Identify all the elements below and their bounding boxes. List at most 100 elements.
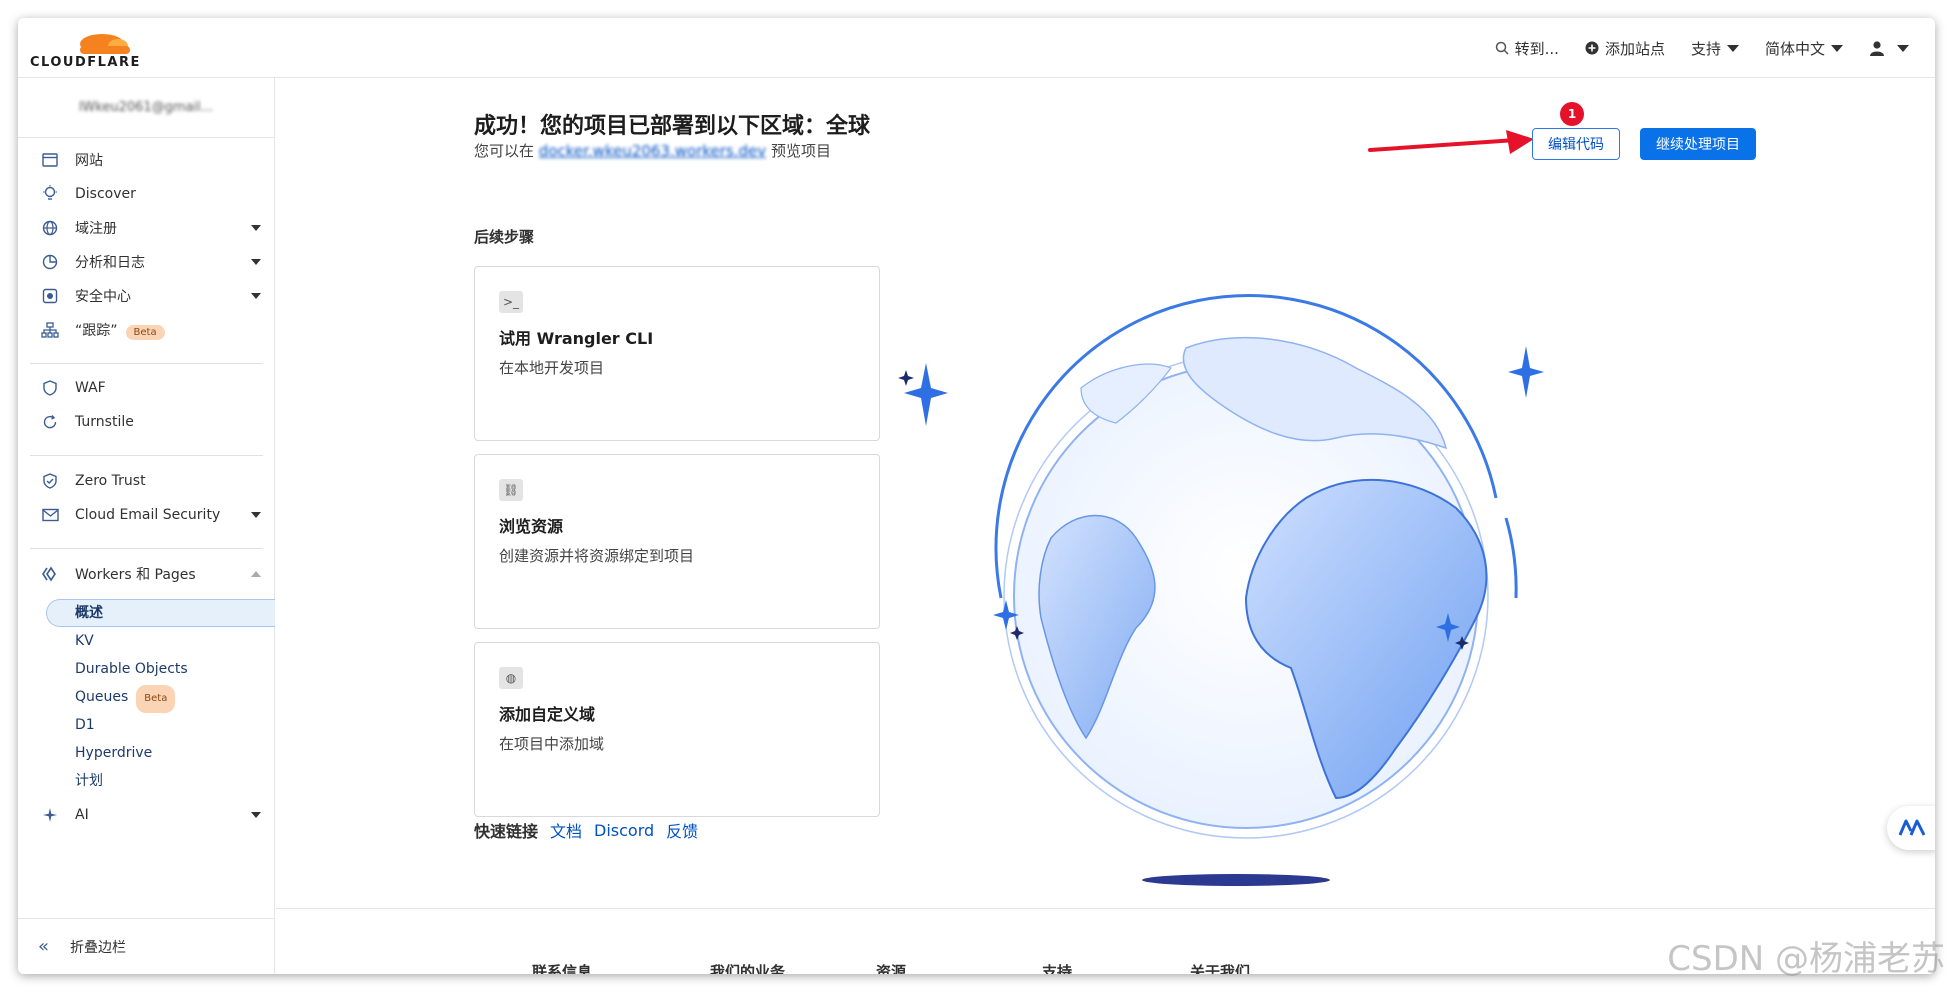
collapse-sidebar-button[interactable]: « 折叠边栏 [18, 918, 275, 974]
chevron-down-icon [1831, 44, 1843, 52]
card-title: 浏览资源 [499, 517, 564, 536]
sidebar-item-label: 域注册 [75, 221, 117, 237]
email-icon [40, 505, 60, 525]
top-actions: 转到... 添加站点 支持 简体中文 [1495, 18, 1909, 78]
footer-our-business[interactable]: 我们的业务 [710, 961, 785, 974]
sidebar-item-label: WAF [75, 380, 106, 396]
sidebar-divider [30, 455, 263, 456]
sidebar-item-label: “跟踪” [75, 323, 118, 339]
terminal-icon: >_ [499, 291, 523, 313]
sidebar-item-websites[interactable]: 网站 [18, 145, 275, 175]
continue-project-button[interactable]: 继续处理项目 [1640, 128, 1756, 160]
chevron-up-icon [251, 571, 261, 577]
language-dropdown[interactable]: 简体中文 [1765, 38, 1843, 59]
step-marker: 1 [1560, 102, 1584, 126]
globe-icon [40, 218, 60, 238]
beta-badge: Beta [125, 325, 165, 340]
add-site-button[interactable]: 添加站点 [1585, 38, 1665, 59]
pie-chart-icon [40, 252, 60, 272]
sidebar-item-turnstile[interactable]: Turnstile [18, 407, 275, 437]
sidebar-item-security-center[interactable]: 安全中心 [18, 281, 275, 311]
cloudflare-cloud-icon [80, 34, 130, 54]
sidebar-item-cloud-email-security[interactable]: Cloud Email Security [18, 500, 275, 530]
goto-label: 转到... [1514, 39, 1559, 58]
preview-link[interactable]: docker.wkeu2063.workers.dev [539, 142, 766, 160]
support-label: 支持 [1690, 39, 1721, 58]
card-wrangler-cli[interactable]: >_ 试用 Wrangler CLI 在本地开发项目 [474, 266, 880, 441]
browser-window: CLOUDFLARE 转到... 添加站点 支持 简体中文 lWkeu2061@… [18, 18, 1935, 974]
logo-text: CLOUDFLARE [30, 55, 141, 70]
sidebar-subitem-durable-objects[interactable]: Durable Objects [75, 657, 188, 681]
footer-support[interactable]: 支持 [1042, 961, 1072, 974]
globe-icon: ◍ [499, 667, 523, 689]
sidebar-subitem-hyperdrive[interactable]: Hyperdrive [75, 741, 152, 765]
sidebar-subitem-kv[interactable]: KV [75, 629, 94, 653]
sidebar-subitem-label: Queues [75, 689, 129, 705]
plus-circle-icon [1585, 41, 1599, 55]
workers-icon [40, 564, 60, 584]
user-icon [1870, 41, 1884, 56]
assistant-icon [1899, 819, 1925, 836]
preview-line: 您可以在 docker.wkeu2063.workers.dev 预览项目 [474, 140, 831, 161]
feedback-link[interactable]: 反馈 [666, 818, 698, 842]
success-title: 成功！您的项目已部署到以下区域：全球 [474, 114, 871, 139]
assistant-fab[interactable] [1887, 806, 1935, 850]
lightbulb-icon [40, 184, 60, 204]
card-title: 添加自定义域 [499, 705, 596, 724]
docs-link[interactable]: 文档 [550, 818, 582, 842]
support-dropdown[interactable]: 支持 [1691, 38, 1739, 59]
browser-window-icon [40, 150, 60, 170]
sidebar-item-zero-trust[interactable]: Zero Trust [18, 466, 275, 496]
search-icon [1495, 41, 1509, 55]
double-chevron-left-icon: « [38, 936, 50, 957]
footer-about-us[interactable]: 关于我们 [1190, 961, 1250, 974]
sidebar-item-label: AI [75, 807, 89, 823]
watermark: CSDN @杨浦老苏 [1667, 939, 1945, 979]
shield-check-icon [40, 471, 60, 491]
sidebar-divider [30, 548, 263, 549]
sidebar-item-workers-pages[interactable]: Workers 和 Pages [18, 559, 275, 589]
footer-contact[interactable]: 联系信息 [532, 961, 592, 974]
card-browse-resources[interactable]: ⛓ 浏览资源 创建资源并将资源绑定到项目 [474, 454, 880, 629]
annotation-arrow [1368, 130, 1534, 154]
edit-code-button[interactable]: 编辑代码 [1532, 128, 1620, 160]
sidebar-subitem-overview[interactable]: 概述 [75, 601, 103, 625]
quick-links: 快速链接 文档 Discord 反馈 [474, 818, 698, 842]
account-email: lWkeu2061@gmail... [78, 100, 214, 115]
sidebar-item-traces[interactable]: “跟踪” Beta [18, 315, 275, 345]
beta-badge: Beta [136, 685, 176, 713]
footer-resources[interactable]: 资源 [876, 961, 906, 974]
card-desc: 在项目中添加域 [499, 735, 605, 753]
sidebar-item-label: 安全中心 [75, 289, 131, 305]
user-menu[interactable] [1869, 40, 1909, 56]
collapse-sidebar-label: 折叠边栏 [70, 939, 126, 956]
security-center-icon [40, 286, 60, 306]
sidebar-subitem-d1[interactable]: D1 [75, 713, 95, 737]
sidebar-item-analytics[interactable]: 分析和日志 [18, 247, 275, 277]
globe-illustration [898, 294, 1544, 886]
sidebar-item-label: Turnstile [75, 414, 134, 430]
cloudflare-logo[interactable]: CLOUDFLARE [30, 26, 140, 72]
link-icon: ⛓ [499, 479, 523, 501]
sidebar-subitem-queues[interactable]: Queues Beta [75, 685, 176, 713]
sidebar-item-discover[interactable]: Discover [18, 179, 275, 209]
goto-button[interactable]: 转到... [1495, 38, 1559, 59]
sidebar-item-label: Workers 和 Pages [75, 567, 196, 583]
next-steps-title: 后续步骤 [474, 228, 535, 246]
sidebar-item-label-wrap: “跟踪” Beta [75, 320, 165, 340]
sidebar: lWkeu2061@gmail... 网站 Discover 域注册 分析和日志… [18, 78, 275, 974]
sidebar-subitem-plans[interactable]: 计划 [75, 769, 103, 793]
chevron-down-icon [1897, 44, 1909, 52]
account-selector[interactable]: lWkeu2061@gmail... [18, 78, 274, 138]
sidebar-item-ai[interactable]: AI [18, 800, 275, 830]
sidebar-item-label: 网站 [75, 153, 103, 169]
chevron-down-icon [251, 293, 261, 299]
chevron-down-icon [251, 812, 261, 818]
sidebar-item-domain-registration[interactable]: 域注册 [18, 213, 275, 243]
card-desc: 在本地开发项目 [499, 359, 605, 377]
add-site-label: 添加站点 [1604, 39, 1665, 58]
discord-link[interactable]: Discord [594, 821, 654, 840]
card-custom-domain[interactable]: ◍ 添加自定义域 在项目中添加域 [474, 642, 880, 817]
card-title: 试用 Wrangler CLI [499, 329, 654, 348]
sidebar-item-waf[interactable]: WAF [18, 373, 275, 403]
